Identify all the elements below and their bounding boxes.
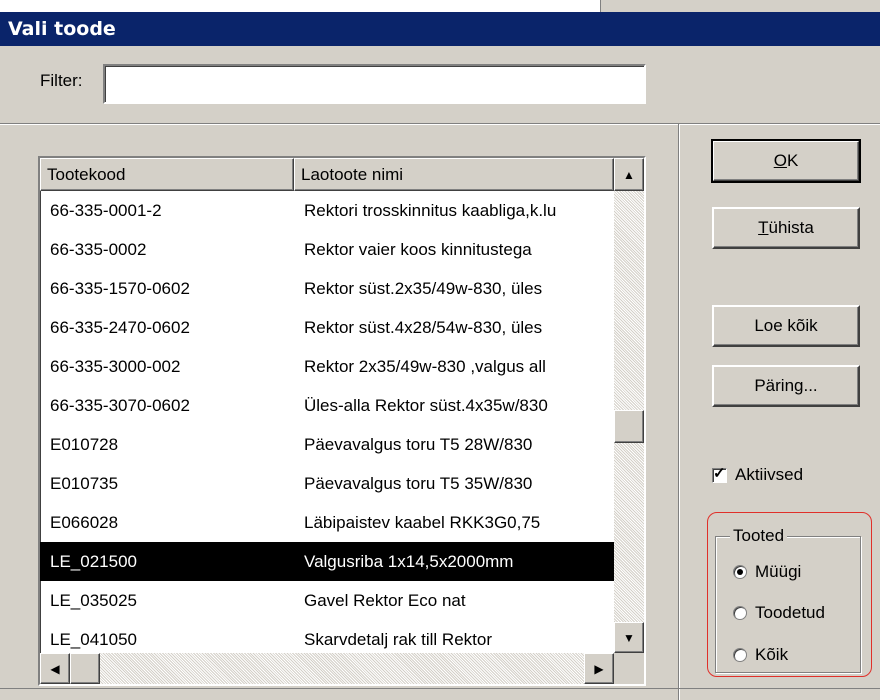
table-row[interactable]: LE_035025 Gavel Rektor Eco nat [40,581,614,620]
cell-product-name: Rektor süst.4x28/54w-830, üles [304,318,543,337]
arrow-up-icon: ▲ [623,167,635,182]
horizontal-separator [0,123,880,125]
cancel-button-label: ühista [768,218,814,237]
radio-all-label: Kõik [755,645,789,664]
load-all-button[interactable]: Loe kõik [712,305,860,347]
scrollbar-corner [614,653,644,684]
table-row[interactable]: LE_041050 Skarvdetalj rak till Rektor [40,620,614,653]
cancel-button-hotkey: T [758,218,769,237]
cell-product-code: LE_021500 [50,552,137,571]
cell-product-code: LE_035025 [50,591,137,610]
cell-product-code: E010728 [50,435,119,454]
cell-product-name: Skarvdetalj rak till Rektor [304,630,493,649]
checkmark-icon: ✓ [713,464,726,482]
ok-button-hotkey: O [773,151,787,170]
cell-product-code: 66-335-3070-0602 [50,396,190,415]
radio-produced-button[interactable] [733,606,747,620]
query-button-label: Päring... [754,376,818,395]
horizontal-scrollbar[interactable]: ◀ ▶ [40,653,614,684]
ok-button[interactable]: OK [711,139,861,183]
cell-product-name: Rektor 2x35/49w-830 ,valgus all [304,357,546,376]
active-checkbox-label: Aktiivsed [735,465,804,484]
table-row[interactable]: 66-335-0002 Rektor vaier koos kinnitusteg… [40,230,614,269]
vertical-scroll-thumb[interactable] [614,410,644,443]
dialog-bottom-edge [0,688,880,700]
active-checkbox[interactable]: ✓ Aktiivsed [712,463,803,487]
cell-product-name: Rektori trosskinnitus kaabliga,k.lu [304,201,557,220]
cell-product-code: 66-335-0001-2 [50,201,162,220]
background-window-edge [600,0,880,12]
column-header-name-label: Laotoote nimi [301,165,404,184]
radio-sales-button[interactable] [733,565,747,579]
filter-input[interactable] [103,64,646,104]
ok-button-label: K [786,151,799,170]
cell-product-code: E010735 [50,474,119,493]
table-row[interactable]: E010735 Päevavalgus toru T5 35W/830 [40,464,614,503]
active-checkbox-box[interactable]: ✓ [712,465,727,483]
scroll-up-button[interactable]: ▲ [614,158,644,191]
cell-product-name: Rektor süst.2x35/49w-830, üles [304,279,543,298]
table-row[interactable]: 66-335-0001-2 Rektori trosskinnitus kaabl… [40,191,614,230]
cell-product-name: Valgusriba 1x14,5x2000mm [304,552,514,571]
scroll-right-button[interactable]: ▶ [584,653,614,684]
table-row[interactable]: 66-335-2470-0602 Rektor süst.4x28/54w-830… [40,308,614,347]
table-row[interactable]: 66-335-3000-002 Rektor 2x35/49w-830 ,valg… [40,347,614,386]
arrow-left-icon: ◀ [50,661,60,676]
scroll-left-button[interactable]: ◀ [40,653,70,684]
radio-all-button[interactable] [733,648,747,662]
radio-dot-icon [737,569,743,575]
filter-label: Filter: [40,71,83,90]
cell-product-code: 66-335-0002 [50,240,147,259]
product-list[interactable]: Tootekood Laotoote nimi 66-335-0001-2 Rek… [38,156,646,686]
cell-product-name: Üles-alla Rektor süst.4x35w/830 [304,396,548,415]
arrow-down-icon: ▼ [623,630,635,645]
column-header-code-label: Tootekood [47,165,126,184]
table-row[interactable]: E066028 Läbipaistev kaabel RKK3G0,75 [40,503,614,542]
column-header-code[interactable]: Tootekood [40,158,294,191]
background-window-strip [0,0,880,12]
table-row[interactable]: 66-335-3070-0602 Üles-alla Rektor süst.4x… [40,386,614,425]
column-header-name[interactable]: Laotoote nimi [294,158,614,191]
table-row[interactable]: 66-335-1570-0602 Rektor süst.2x35/49w-830… [40,269,614,308]
vertical-separator [678,124,680,700]
products-group-legend: Tooted [730,526,788,546]
query-button[interactable]: Päring... [712,365,860,407]
table-row[interactable]: E010728 Päevavalgus toru T5 28W/830 [40,425,614,464]
radio-all[interactable]: Kõik [733,643,788,667]
product-rows: 66-335-0001-2 Rektori trosskinnitus kaabl… [40,191,614,653]
load-all-button-label: Loe kõik [754,316,818,335]
cell-product-code: E066028 [50,513,119,532]
cell-product-code: 66-335-3000-002 [50,357,181,376]
cell-product-name: Läbipaistev kaabel RKK3G0,75 [304,513,541,532]
scroll-down-button[interactable]: ▼ [614,622,644,653]
cell-product-name: Gavel Rektor Eco nat [304,591,466,610]
horizontal-scroll-thumb[interactable] [70,653,100,684]
cell-product-name: Päevavalgus toru T5 28W/830 [304,435,533,454]
dialog-window: Vali toode Filter: Tootekood Laotoote ni… [0,0,880,700]
radio-sales[interactable]: Müügi [733,560,801,584]
cell-product-code: LE_041050 [50,630,137,649]
radio-sales-label: Müügi [755,562,802,581]
arrow-right-icon: ▶ [594,661,604,676]
radio-produced-label: Toodetud [755,603,825,622]
dialog-title-bar[interactable]: Vali toode [0,12,880,46]
cell-product-name: Rektor vaier koos kinnitustega [304,240,532,259]
cell-product-name: Päevavalgus toru T5 35W/830 [304,474,533,493]
cell-product-code: 66-335-2470-0602 [50,318,190,337]
cancel-button[interactable]: Tühista [712,207,860,249]
radio-produced[interactable]: Toodetud [733,601,825,625]
dialog-title: Vali toode [8,18,116,40]
table-row[interactable]: LE_021500 Valgusriba 1x14,5x2000mm [40,542,614,581]
cell-product-code: 66-335-1570-0602 [50,279,190,298]
vertical-scrollbar[interactable]: ▲ ▼ [614,158,644,653]
